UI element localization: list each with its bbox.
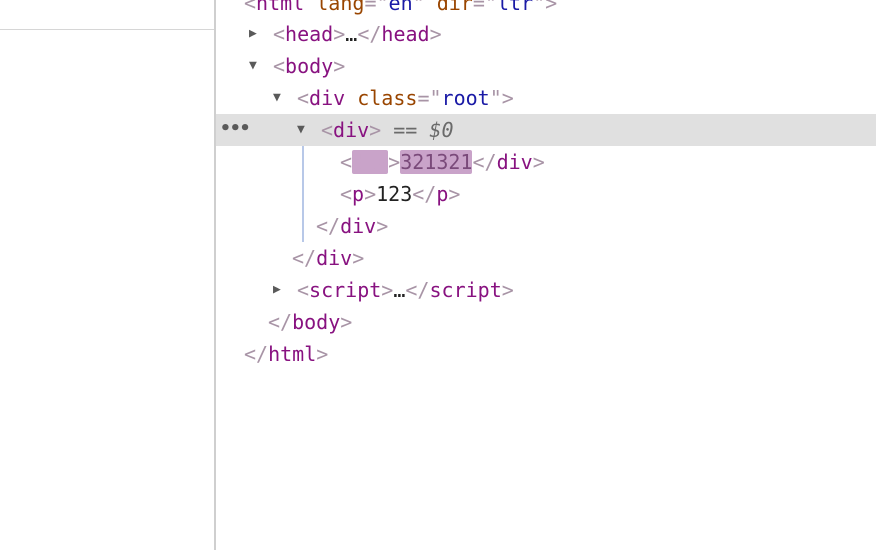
dom-node-p[interactable]: <p>123</p> [216,178,876,210]
expand-triangle-icon[interactable]: ▶ [249,18,273,50]
dom-node-head[interactable]: ▶ <head>…</head> [216,18,876,50]
dom-node-html-close[interactable]: </html> [216,338,876,370]
viewport-topbar [0,0,215,30]
dom-node-inner-div[interactable]: <div>321321</div> [216,146,876,178]
elements-panel: <html lang="en" dir="ltr"> ▶ <head>…</hea… [216,0,876,550]
collapse-triangle-icon[interactable]: ▼ [297,114,321,146]
dom-node-root-div[interactable]: ▼ <div class="root"> [216,82,876,114]
console-reference: $0 [429,118,454,142]
tag-name: html [256,0,305,15]
dom-node-selected-div[interactable]: ••• ▼ <div> == $0 [216,114,876,146]
dom-node-body[interactable]: ▼ <body> [216,50,876,82]
expand-triangle-icon[interactable]: ▶ [273,274,297,306]
collapse-triangle-icon[interactable]: ▼ [249,50,273,82]
dom-node-root-div-close[interactable]: </div> [216,242,876,274]
dom-node-html[interactable]: <html lang="en" dir="ltr"> [216,0,876,19]
dom-node-selected-div-close[interactable]: </div> [216,210,876,242]
collapse-triangle-icon[interactable]: ▼ [273,82,297,114]
dom-node-body-close[interactable]: </body> [216,306,876,338]
dom-node-script[interactable]: ▶ <script>…</script> [216,274,876,306]
page-viewport [0,0,215,550]
search-highlight: 321321 [400,150,473,174]
more-actions-icon[interactable]: ••• [220,114,251,146]
search-highlight: div [352,150,389,174]
